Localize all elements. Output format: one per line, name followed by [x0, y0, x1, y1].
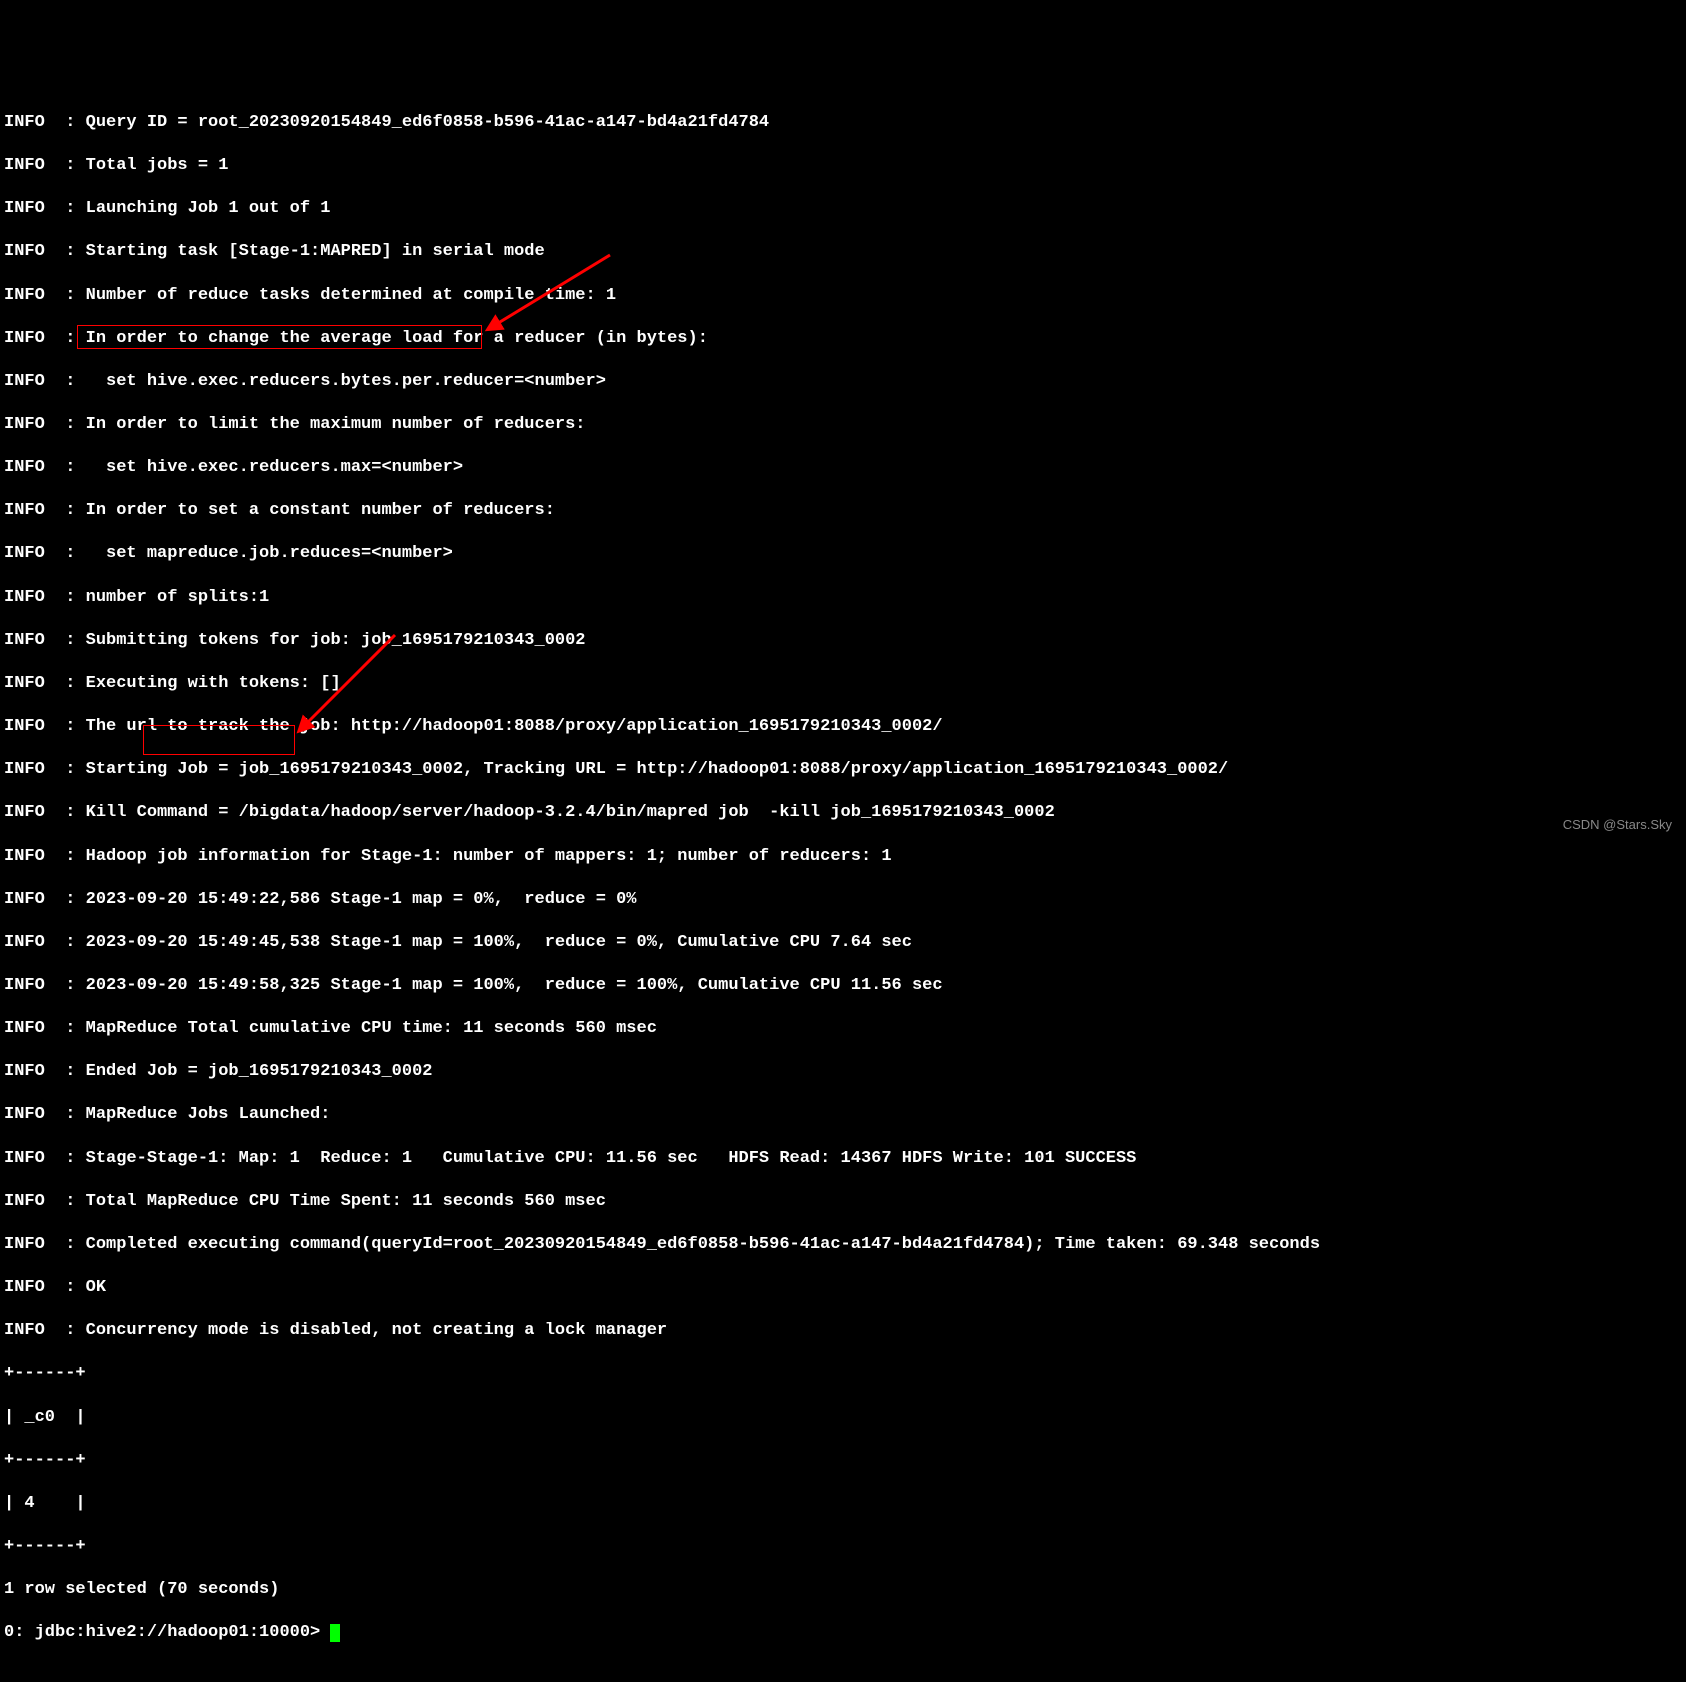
log-line: INFO : In order to set a constant number…: [4, 500, 1682, 522]
log-line: INFO : Concurrency mode is disabled, not…: [4, 1320, 1682, 1342]
cursor-icon: [330, 1624, 340, 1642]
log-line: INFO : In order to limit the maximum num…: [4, 414, 1682, 436]
log-line: INFO : In order to change the average lo…: [4, 328, 1682, 350]
log-line: | 4 |: [4, 1493, 1682, 1515]
log-line: INFO : Stage-Stage-1: Map: 1 Reduce: 1 C…: [4, 1148, 1682, 1170]
log-line: INFO : OK: [4, 1277, 1682, 1299]
log-line: INFO : Total MapReduce CPU Time Spent: 1…: [4, 1191, 1682, 1213]
log-line: INFO : Submitting tokens for job: job_16…: [4, 630, 1682, 652]
log-line: INFO : 2023-09-20 15:49:58,325 Stage-1 m…: [4, 975, 1682, 997]
log-line: INFO : set hive.exec.reducers.bytes.per.…: [4, 371, 1682, 393]
log-line: INFO : Kill Command = /bigdata/hadoop/se…: [4, 802, 1682, 824]
terminal-output[interactable]: INFO : Query ID = root_20230920154849_ed…: [4, 90, 1682, 1665]
log-line: INFO : Ended Job = job_1695179210343_000…: [4, 1061, 1682, 1083]
log-line: INFO : Completed executing command(query…: [4, 1234, 1682, 1256]
log-line: INFO : Starting task [Stage-1:MAPRED] in…: [4, 241, 1682, 263]
watermark-text: CSDN @Stars.Sky: [1563, 817, 1672, 834]
prompt-line[interactable]: 0: jdbc:hive2://hadoop01:10000>: [4, 1622, 1682, 1644]
log-line: INFO : 2023-09-20 15:49:45,538 Stage-1 m…: [4, 932, 1682, 954]
log-line: INFO : MapReduce Jobs Launched:: [4, 1104, 1682, 1126]
log-line: INFO : Executing with tokens: []: [4, 673, 1682, 695]
log-line: +------+: [4, 1450, 1682, 1472]
log-line: INFO : 2023-09-20 15:49:22,586 Stage-1 m…: [4, 889, 1682, 911]
log-line: INFO : set mapreduce.job.reduces=<number…: [4, 543, 1682, 565]
log-line: INFO : number of splits:1: [4, 587, 1682, 609]
log-line: INFO : Launching Job 1 out of 1: [4, 198, 1682, 220]
log-line: INFO : Total jobs = 1: [4, 155, 1682, 177]
log-line: INFO : Number of reduce tasks determined…: [4, 285, 1682, 307]
log-line: INFO : set hive.exec.reducers.max=<numbe…: [4, 457, 1682, 479]
log-line: +------+: [4, 1536, 1682, 1558]
log-line: INFO : Query ID = root_20230920154849_ed…: [4, 112, 1682, 134]
log-line: | _c0 |: [4, 1407, 1682, 1429]
log-line: INFO : Hadoop job information for Stage-…: [4, 846, 1682, 868]
log-line: +------+: [4, 1363, 1682, 1385]
log-line: 1 row selected (70 seconds): [4, 1579, 1682, 1601]
log-line: INFO : Starting Job = job_1695179210343_…: [4, 759, 1682, 781]
prompt-text: 0: jdbc:hive2://hadoop01:10000>: [4, 1623, 330, 1642]
log-line: INFO : The url to track the job: http://…: [4, 716, 1682, 738]
log-line: INFO : MapReduce Total cumulative CPU ti…: [4, 1018, 1682, 1040]
